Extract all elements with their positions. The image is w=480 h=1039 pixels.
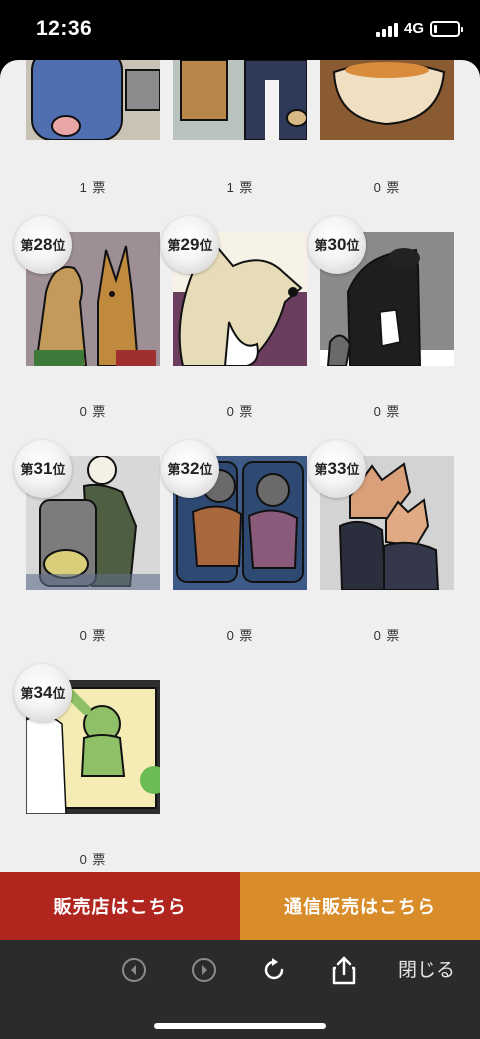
network-type: 4G: [404, 20, 425, 37]
rank-label: 第34位: [20, 683, 66, 702]
vote-count: 0 票: [79, 852, 107, 867]
home-indicator: [154, 1023, 326, 1029]
ranking-sheet[interactable]: 1 票 1 票 0 票 第28位 第29位 第30位 0 票 0 票 0 票 第…: [0, 60, 480, 872]
rank-label: 第33位: [314, 459, 360, 478]
battery-icon: [430, 21, 463, 37]
rank-badge: 第32位: [161, 440, 219, 498]
status-bar: 12:36 4G: [0, 0, 480, 60]
vote-count: 0 票: [79, 628, 107, 643]
ranking-thumbnail[interactable]: [173, 60, 307, 140]
reload-icon[interactable]: [254, 950, 294, 990]
back-icon[interactable]: [114, 950, 154, 990]
ranking-thumbnail[interactable]: [26, 60, 160, 140]
vote-count: 0 票: [226, 628, 254, 643]
browser-toolbar: 閉じる: [0, 940, 480, 1039]
forward-icon[interactable]: [184, 950, 224, 990]
vote-count: 0 票: [373, 404, 401, 419]
vote-count: 0 票: [373, 180, 401, 195]
rank-label: 第28位: [20, 235, 66, 254]
rank-badge: 第29位: [161, 216, 219, 274]
close-button[interactable]: 閉じる: [398, 955, 455, 982]
rank-badge: 第34位: [14, 664, 72, 722]
ranking-grid: 1 票 1 票 0 票 第28位 第29位 第30位 0 票 0 票 0 票 第…: [0, 60, 480, 872]
rank-label: 第29位: [167, 235, 213, 254]
rank-label: 第32位: [167, 459, 213, 478]
vote-count: 0 票: [79, 404, 107, 419]
rank-badge: 第33位: [308, 440, 366, 498]
vote-count: 1 票: [79, 180, 107, 195]
signal-icon: [376, 23, 400, 37]
rank-badge: 第28位: [14, 216, 72, 274]
rank-badge: 第30位: [308, 216, 366, 274]
mail-order-button[interactable]: 通信販売はこちら: [240, 872, 480, 940]
store-button[interactable]: 販売店はこちら: [0, 872, 240, 940]
vote-count: 1 票: [226, 180, 254, 195]
rank-label: 第31位: [20, 459, 66, 478]
vote-count: 0 票: [226, 404, 254, 419]
share-icon[interactable]: [324, 950, 364, 990]
ranking-thumbnail[interactable]: [320, 60, 454, 140]
rank-badge: 第31位: [14, 440, 72, 498]
rank-label: 第30位: [314, 235, 360, 254]
vote-count: 0 票: [373, 628, 401, 643]
status-time: 12:36: [36, 17, 93, 40]
